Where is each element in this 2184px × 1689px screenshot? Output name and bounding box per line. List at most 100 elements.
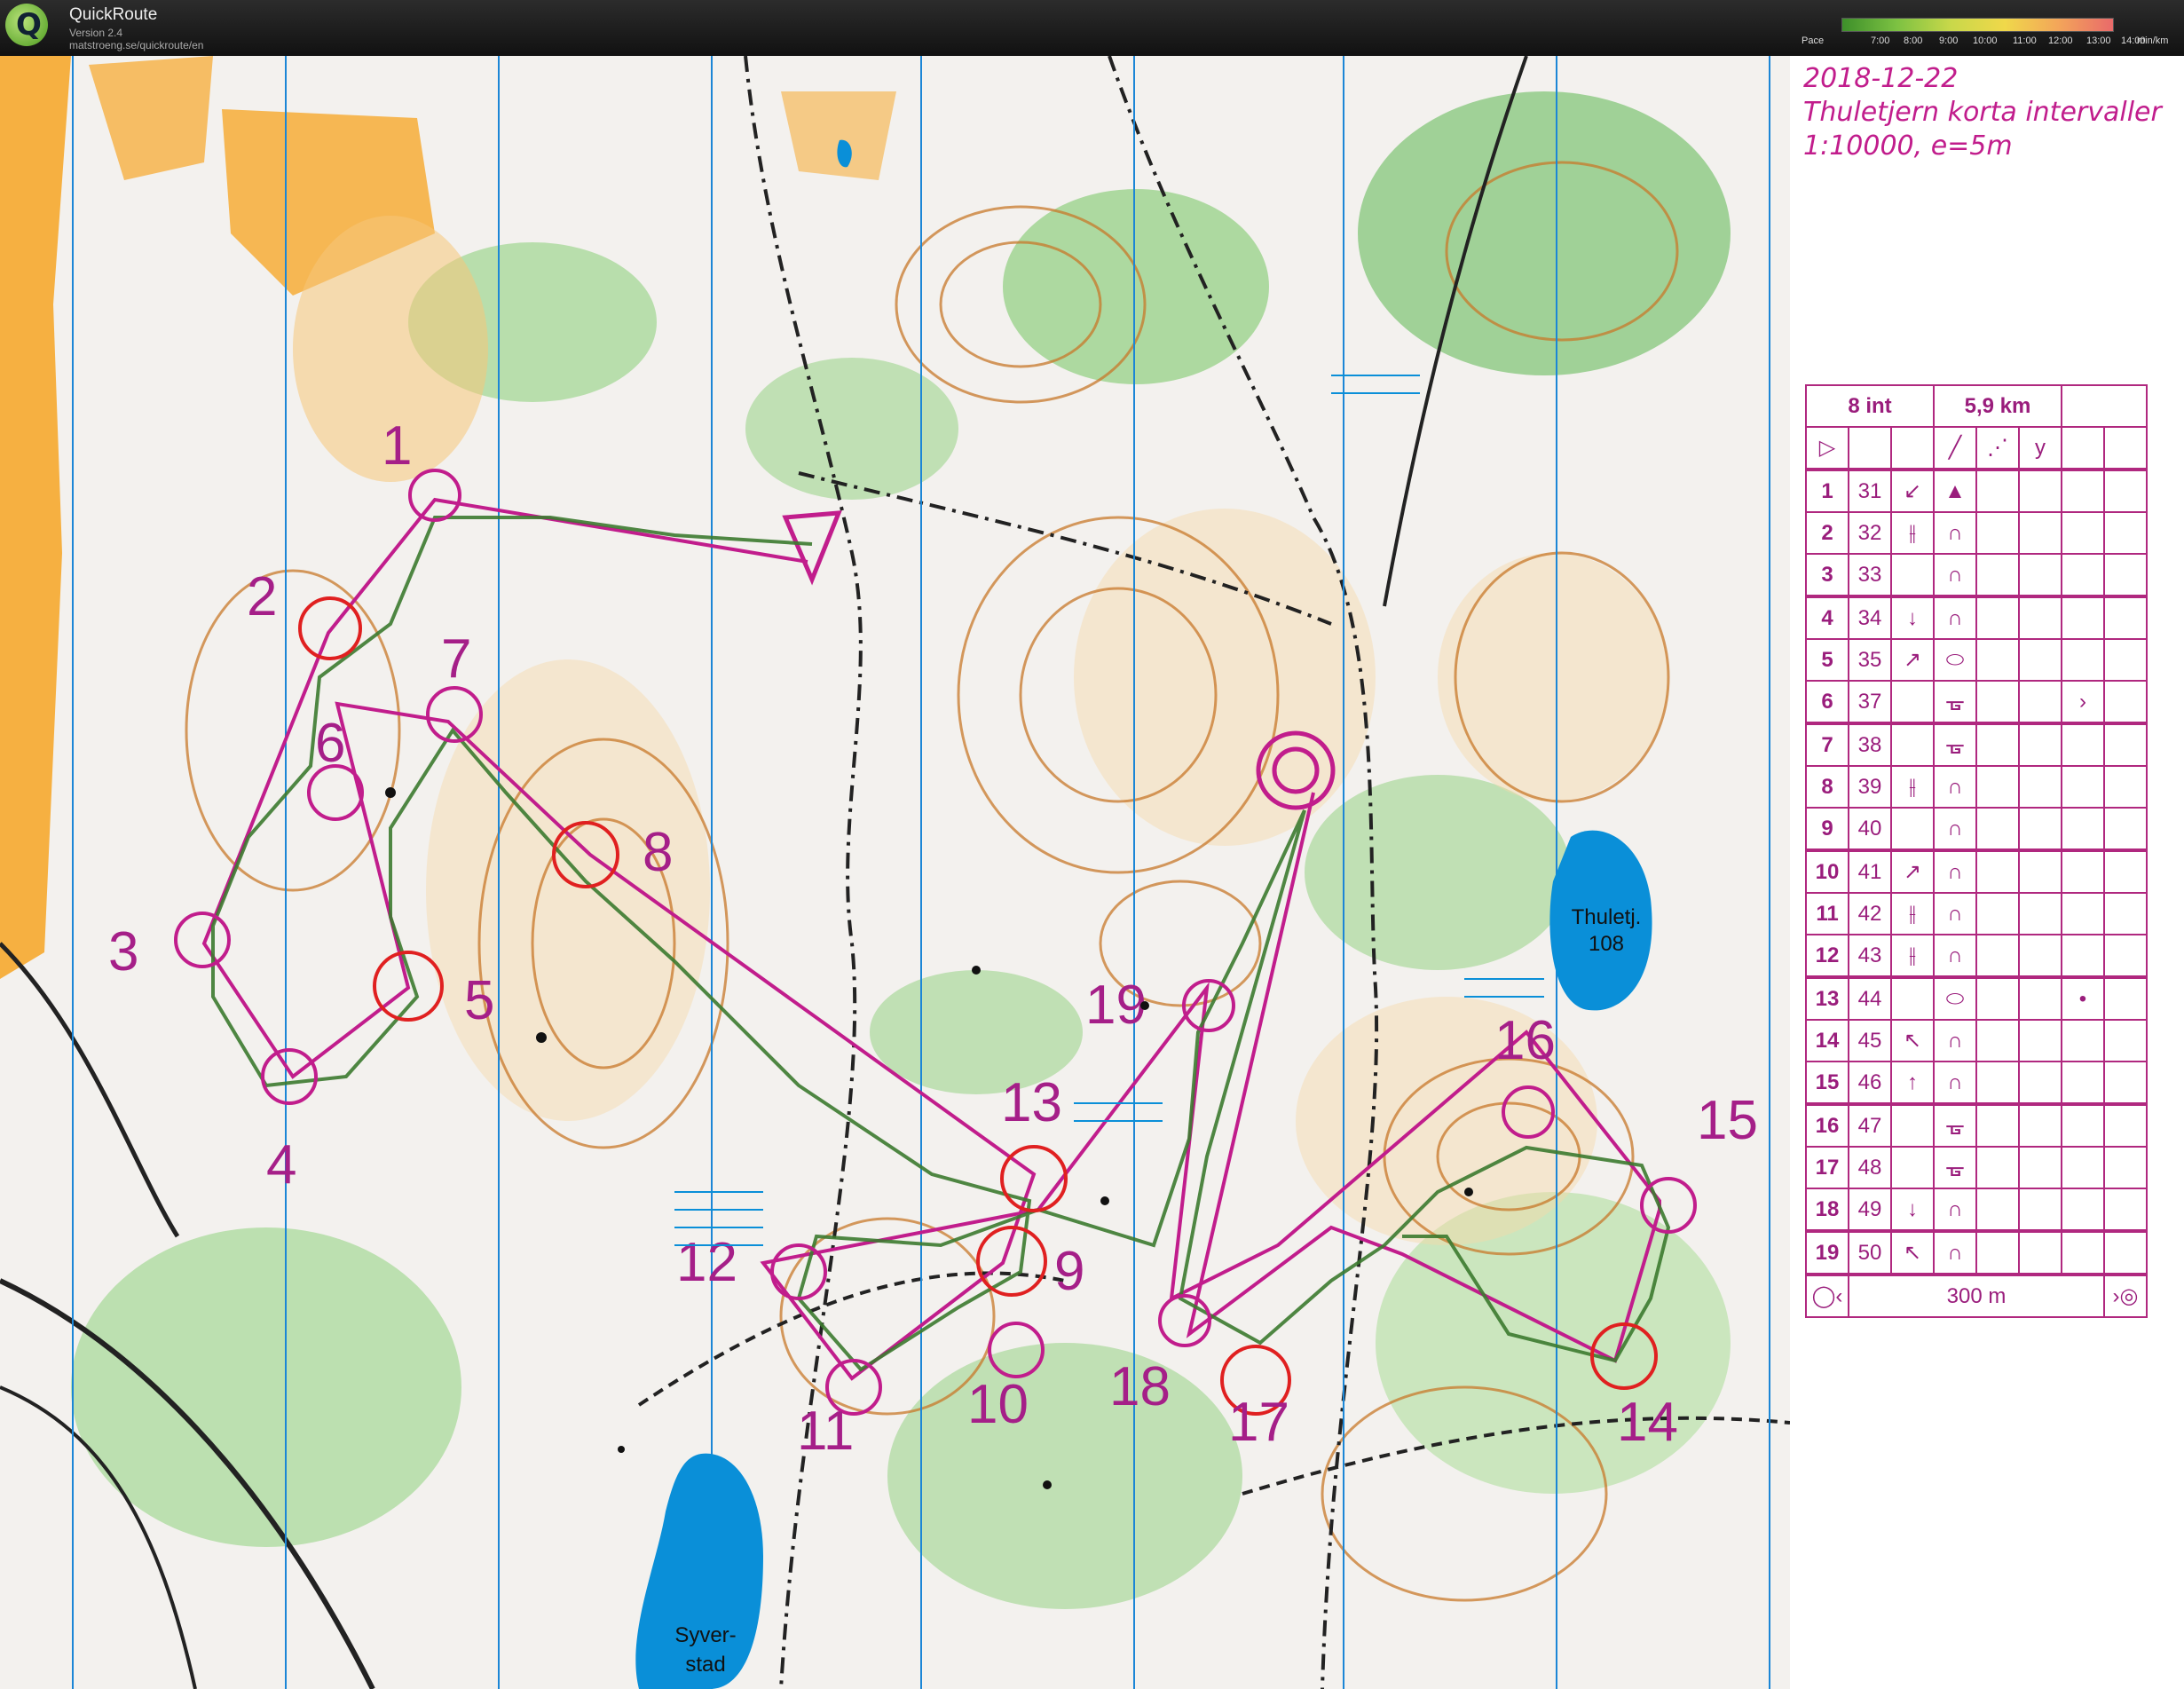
feature-symbol-cell: ∩ [1933,934,1977,978]
control-code-cell: 50 [1848,1229,1892,1275]
control-code-cell: 47 [1848,1102,1892,1148]
control-number: 19 [1085,975,1147,1036]
description-row: 10 41 ↗ ∩ [1805,848,2148,894]
control-code-cell: 32 [1848,511,1892,555]
empty-cell [1975,807,2020,851]
direction-symbol-cell [1890,807,1935,851]
description-row: 16 47 ᚗ [1805,1102,2148,1148]
direction-symbol-cell: ⫲ [1890,511,1935,555]
pace-tick: 7:00 [1871,36,1890,46]
empty-cell [2103,1229,2148,1275]
control-number: 12 [676,1232,737,1293]
empty-cell [1975,511,2020,555]
location-symbol-cell [2061,638,2105,682]
empty-cell [1975,1188,2020,1232]
empty-cell [2103,1061,2148,1105]
empty-cell [2103,848,2148,894]
feature-symbol-cell: ∩ [1933,1019,1977,1062]
empty-cell [1975,892,2020,935]
empty-cell [2103,975,2148,1021]
control-number-cell: 18 [1805,1188,1849,1232]
feature-symbol-cell: ᚗ [1933,1102,1977,1148]
empty-cell [2103,1019,2148,1062]
direction-symbol-cell [1890,975,1935,1021]
pace-tick: 8:00 [1904,36,1923,46]
direction-symbol-cell: ↗ [1890,638,1935,682]
control-number: 3 [108,921,138,983]
control-number-cell: 6 [1805,680,1849,724]
map-date: 2018-12-22 [1803,63,1959,94]
quickroute-logo-icon: Q [5,4,48,46]
line-icon: ╱ [1933,426,1977,470]
sheet-header-left: 8 int [1805,384,1935,428]
app-url[interactable]: matstroeng.se/quickroute/en [69,39,203,51]
control-number: 7 [441,628,471,690]
empty-cell [1975,1019,2020,1062]
description-row: 15 46 ↑ ∩ [1805,1061,2148,1105]
empty-cell [1975,638,2020,682]
control-code-cell: 37 [1848,680,1892,724]
feature-symbol-cell: ⬭ [1933,638,1977,682]
empty-cell [1975,1102,2020,1148]
app-version: Version 2.4 [69,27,123,39]
control-code-cell: 42 [1848,892,1892,935]
pace-tick: 12:00 [2048,36,2073,46]
feature-symbol-cell: ▲ [1933,468,1977,513]
direction-symbol-cell [1890,680,1935,724]
empty-cell [1975,1146,2020,1189]
empty-cell [2103,1146,2148,1189]
control-number-cell: 15 [1805,1061,1849,1105]
location-symbol-cell [2061,1061,2105,1105]
sheet-header-right: 5,9 km [1933,384,2062,428]
empty-cell [1975,1229,2020,1275]
description-row: 14 45 ↖ ∩ [1805,1019,2148,1062]
control-description-sheet: 8 int 5,9 km ▷ ╱ ⋰ y 1 31 ↙ ▲ 2 32 ⫲ ∩ 3 33 ∩ 4 34 ↓ ∩ 5 3… [1805,384,2148,1318]
junction-icon: y [2018,426,2062,470]
empty-cell [2018,468,2062,513]
empty-cell [2018,638,2062,682]
location-symbol-cell [2061,1188,2105,1232]
orienteering-map[interactable]: Thuletj. 108 Syver- stad 1 2 3 4 5 6 7 8… [0,56,1790,1689]
lake-name-label: Thuletj. [1572,905,1642,929]
control-number-cell: 10 [1805,848,1849,894]
lake-name-label: Syver- [674,1623,736,1647]
control-code-cell: 34 [1848,595,1892,640]
empty-cell [2018,511,2062,555]
control-code-cell: 41 [1848,848,1892,894]
empty-cell [1975,848,2020,894]
control-number: 14 [1617,1392,1678,1453]
feature-symbol-cell: ∩ [1933,765,1977,809]
control-number-cell: 8 [1805,765,1849,809]
empty-cell [2018,975,2062,1021]
control-number-cell: 2 [1805,511,1849,555]
sheet-footer: 300 m [1848,1273,2105,1318]
direction-symbol-cell [1890,553,1935,597]
description-row: 2 32 ⫲ ∩ [1805,511,2148,555]
map-scale: 1:10000, e=5m [1803,130,2013,162]
control-number-cell: 1 [1805,468,1849,513]
location-symbol-cell [2061,1102,2105,1148]
empty-cell [1975,468,2020,513]
direction-symbol-cell: ⫲ [1890,934,1935,978]
location-symbol-cell [2061,511,2105,555]
empty-cell [2018,892,2062,935]
feature-symbol-cell: ⬭ [1933,975,1977,1021]
empty-cell [2018,1019,2062,1062]
empty-cell [2018,680,2062,724]
feature-symbol-cell: ∩ [1933,511,1977,555]
control-number: 13 [1001,1072,1062,1133]
location-symbol-cell: › [2061,680,2105,724]
location-symbol-cell [2061,934,2105,978]
pace-unit: min/km [2137,36,2169,46]
empty-cell [1975,680,2020,724]
control-code-cell: 35 [1848,638,1892,682]
control-number: 11 [797,1401,854,1462]
pace-tick: 9:00 [1939,36,1959,46]
control-number: 8 [643,822,673,883]
empty-cell [1975,975,2020,1021]
legend-panel: 2018-12-22 Thuletjern korta intervaller … [1790,56,2184,1689]
finish-end-icon: ›◎ [2103,1273,2148,1318]
empty-cell [2018,848,2062,894]
description-row: 8 39 ⫲ ∩ [1805,765,2148,809]
control-number: 10 [967,1374,1029,1435]
